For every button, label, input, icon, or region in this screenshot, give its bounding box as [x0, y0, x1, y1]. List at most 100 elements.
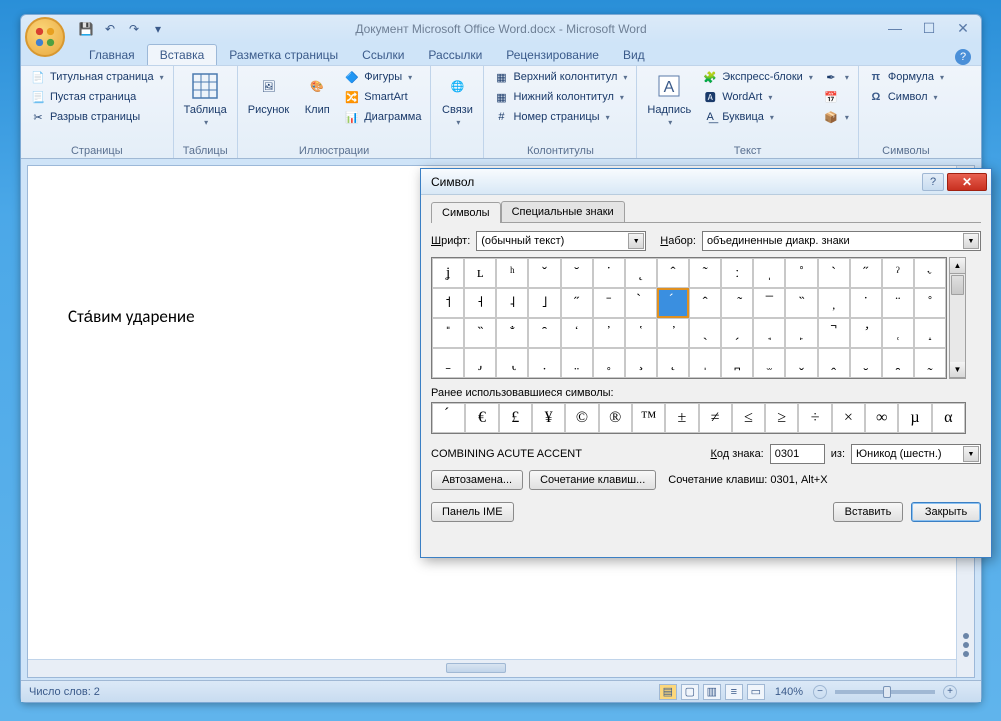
view-full-screen[interactable]: ▢ [681, 684, 699, 700]
char-cell[interactable]: ̓ [593, 318, 625, 348]
recent-char-cell[interactable]: © [565, 403, 598, 433]
char-cell[interactable]: ˚ [785, 258, 817, 288]
zoom-out-button[interactable]: − [813, 685, 827, 699]
char-cell[interactable]: ̕ [657, 318, 689, 348]
recent-symbols-grid[interactable]: ́€£¥©®™±≠≤≥÷×∞µα [431, 402, 966, 434]
close-button[interactable]: ✕ [951, 19, 975, 37]
char-cell[interactable]: ˦ [432, 288, 464, 318]
char-cell[interactable]: ˙ [593, 258, 625, 288]
ime-panel-button[interactable]: Панель IME [431, 502, 514, 522]
recent-char-cell[interactable]: µ [898, 403, 931, 433]
word-count[interactable]: Число слов: 2 [29, 686, 100, 698]
minimize-button[interactable]: — [883, 19, 907, 37]
view-print-layout[interactable]: ▤ [659, 684, 677, 700]
char-cell[interactable]: ̒ [561, 318, 593, 348]
char-cell[interactable]: ̑ [528, 318, 560, 348]
redo-icon[interactable]: ↷ [125, 20, 143, 38]
char-cell[interactable]: ̝ [914, 318, 946, 348]
char-cell[interactable]: ̂ [689, 288, 721, 318]
formula-button[interactable]: πФормула▾ [865, 68, 947, 86]
tab-home[interactable]: Главная [77, 45, 147, 65]
scroll-down-icon[interactable]: ▼ [950, 362, 965, 378]
textbox-button[interactable]: AНадпись▾ [643, 68, 695, 129]
help-icon[interactable]: ? [955, 49, 971, 65]
tab-symbols[interactable]: Символы [431, 202, 501, 223]
char-cell[interactable]: ̰ [914, 348, 946, 378]
close-dialog-button[interactable]: Закрыть [911, 502, 981, 522]
tab-page-layout[interactable]: Разметка страницы [217, 45, 350, 65]
char-cell[interactable]: ˘ [561, 258, 593, 288]
view-draft[interactable]: ▭ [747, 684, 765, 700]
recent-char-cell[interactable]: × [832, 403, 865, 433]
character-grid[interactable]: ʝʟʰˇ˘˙˛ˆ˜ːˌ˚`˝ˀ˞˦˧˨˩̦̋̄̀́̂̃̅̏̇̈̊̎̏̐̑̒̓̔̕… [431, 257, 947, 379]
char-cell[interactable]: ̚ [818, 318, 850, 348]
links-button[interactable]: 🌐Связи▾ [437, 68, 477, 129]
qat-dropdown-icon[interactable]: ▾ [149, 20, 167, 38]
char-cell[interactable]: ̃ [721, 288, 753, 318]
char-cell[interactable]: ̖ [689, 318, 721, 348]
shapes-button[interactable]: 🔷Фигуры▾ [341, 68, 424, 86]
clipart-button[interactable]: 🎨Клип [297, 68, 337, 118]
dialog-help-button[interactable]: ? [922, 173, 944, 191]
grid-scrollbar[interactable]: ▲ ▼ [949, 257, 966, 379]
char-cell[interactable]: ̥ [593, 348, 625, 378]
autocorrect-button[interactable]: Автозамена... [431, 470, 523, 490]
datetime-button[interactable]: 📅 [820, 88, 852, 106]
recent-char-cell[interactable]: α [932, 403, 965, 433]
char-cell[interactable]: ̄ [593, 288, 625, 318]
char-cell[interactable]: ̋ [561, 288, 593, 318]
recent-char-cell[interactable]: ≠ [699, 403, 732, 433]
zoom-in-button[interactable]: + [943, 685, 957, 699]
char-cell[interactable]: ̠ [432, 348, 464, 378]
shortcut-key-button[interactable]: Сочетание клавиш... [529, 470, 656, 490]
view-web[interactable]: ▥ [703, 684, 721, 700]
char-cell[interactable]: ̨ [657, 348, 689, 378]
char-cell[interactable]: ̡ [464, 348, 496, 378]
char-cell[interactable]: ̦ [818, 288, 850, 318]
tab-mailings[interactable]: Рассылки [416, 45, 494, 65]
recent-char-cell[interactable]: ́ [432, 403, 465, 433]
char-cell[interactable]: ́ [657, 288, 689, 318]
char-cell[interactable]: ̈ [882, 288, 914, 318]
smartart-button[interactable]: 🔀SmartArt [341, 88, 424, 106]
tab-special-chars[interactable]: Специальные знаки [501, 201, 625, 222]
recent-char-cell[interactable]: ÷ [798, 403, 831, 433]
dialog-title-bar[interactable]: Символ ? ✕ [421, 169, 991, 195]
char-cell[interactable]: ̘ [753, 318, 785, 348]
dialog-close-button[interactable]: ✕ [947, 173, 987, 191]
dropcap-button[interactable]: A͟Буквица▾ [699, 108, 816, 126]
office-button[interactable] [25, 17, 65, 57]
char-cell[interactable]: ` [818, 258, 850, 288]
char-cell[interactable]: ̏ [464, 318, 496, 348]
recent-char-cell[interactable]: ± [665, 403, 698, 433]
page-number-button[interactable]: #Номер страницы▾ [490, 108, 630, 126]
recent-char-cell[interactable]: ™ [632, 403, 665, 433]
char-cell[interactable]: ˇ [528, 258, 560, 288]
insert-button[interactable]: Вставить [833, 502, 903, 522]
subset-select[interactable]: объединенные диакр. знаки▼ [702, 231, 981, 251]
quickparts-button[interactable]: 🧩Экспресс-блоки▾ [699, 68, 816, 86]
recent-char-cell[interactable]: ≤ [732, 403, 765, 433]
char-cell[interactable]: ˝ [850, 258, 882, 288]
char-cell[interactable]: ̔ [625, 318, 657, 348]
char-cell[interactable]: ̏ [785, 288, 817, 318]
char-cell[interactable]: ̜ [882, 318, 914, 348]
char-cell[interactable]: ̪ [721, 348, 753, 378]
recent-char-cell[interactable]: ∞ [865, 403, 898, 433]
char-cell[interactable]: ̬ [785, 348, 817, 378]
char-cell[interactable]: ˜ [689, 258, 721, 288]
maximize-button[interactable]: ☐ [917, 19, 941, 37]
char-cell[interactable]: ̎ [432, 318, 464, 348]
wordart-button[interactable]: 🅰WordArt▾ [699, 88, 816, 106]
char-cell[interactable]: ː [721, 258, 753, 288]
recent-char-cell[interactable]: € [465, 403, 498, 433]
from-select[interactable]: Юникод (шестн.)▼ [851, 444, 981, 464]
char-cell[interactable]: ̀ [625, 288, 657, 318]
char-cell[interactable]: ̇ [850, 288, 882, 318]
char-cell[interactable]: ˆ [657, 258, 689, 288]
zoom-level[interactable]: 140% [775, 686, 803, 698]
recent-char-cell[interactable]: ® [599, 403, 632, 433]
char-cell[interactable]: ̯ [882, 348, 914, 378]
tab-review[interactable]: Рецензирование [494, 45, 611, 65]
zoom-slider[interactable] [835, 690, 935, 694]
